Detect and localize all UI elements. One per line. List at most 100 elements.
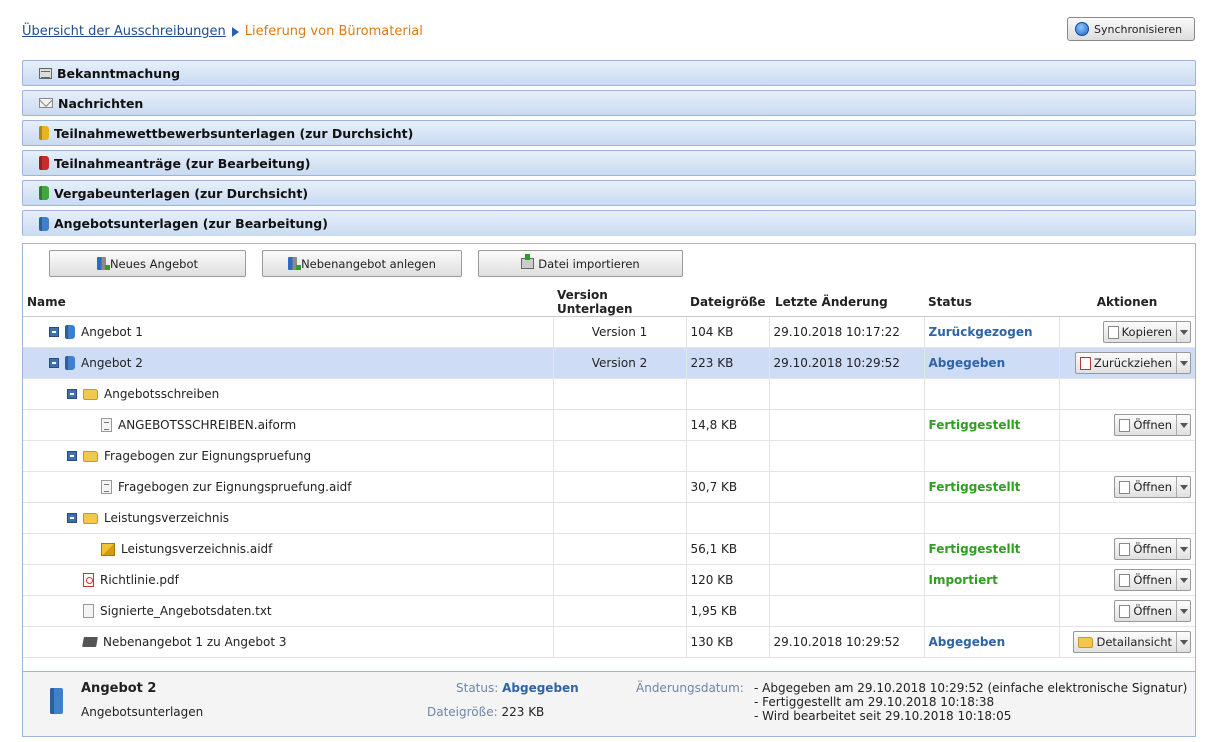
chevron-down-icon[interactable]: [1176, 539, 1190, 559]
blue-book-icon: [39, 216, 49, 231]
history-line: - Fertiggestellt am 29.10.2018 10:18:38: [754, 695, 995, 709]
table-row[interactable]: Richtlinie.pdf 120 KB Importiert Öffnen: [23, 564, 1195, 596]
col-changed-header[interactable]: Letzte Änderung: [769, 288, 924, 317]
new-offer-label: Neues Angebot: [109, 256, 199, 271]
table-row[interactable]: Leistungsverzeichnis: [23, 502, 1195, 534]
table-row[interactable]: Angebot 1 Version 1 104 KB 29.10.2018 10…: [23, 316, 1195, 348]
col-name-header[interactable]: Name: [23, 288, 553, 317]
row-name: Angebot 1: [81, 325, 143, 339]
new-offer-icon: [96, 257, 110, 270]
collapse-icon[interactable]: [49, 358, 59, 368]
row-name: Fragebogen zur Eignungspruefung: [104, 449, 312, 463]
table-row[interactable]: Fragebogen zur Eignungspruefung.aidf 30,…: [23, 471, 1195, 503]
chevron-down-icon[interactable]: [1176, 415, 1190, 435]
collapse-icon[interactable]: [49, 327, 59, 337]
pdf-file-icon: [83, 573, 94, 587]
table-row[interactable]: ANGEBOTSSCHREIBEN.aiform 14,8 KB Fertigg…: [23, 409, 1195, 441]
folder-icon: [83, 512, 98, 524]
open-button[interactable]: Öffnen: [1114, 414, 1191, 436]
footer-size: Dateigröße: 223 KB: [427, 705, 545, 719]
page-icon: [1119, 480, 1131, 494]
status-badge: Fertiggestellt: [928, 480, 1021, 494]
breadcrumb-overview-link[interactable]: Übersicht der Ausschreibungen: [22, 24, 226, 39]
withdraw-button[interactable]: Zurückziehen: [1074, 352, 1191, 374]
table-row[interactable]: Nebenangebot 1 zu Angebot 3 130 KB 29.10…: [23, 626, 1195, 658]
chevron-down-icon[interactable]: [1176, 601, 1190, 621]
table-row[interactable]: Fragebogen zur Eignungspruefung: [23, 440, 1195, 472]
open-label: Öffnen: [1133, 604, 1172, 618]
row-name: Leistungsverzeichnis: [104, 511, 230, 525]
synchronize-label: Synchronisieren: [1094, 22, 1183, 36]
open-button[interactable]: Öffnen: [1114, 600, 1191, 622]
status-badge: Abgegeben: [928, 635, 1006, 649]
text-file-icon: [83, 604, 94, 618]
side-offer-icon: [288, 257, 302, 270]
envelope-icon: [39, 98, 53, 108]
status-badge: Abgegeben: [928, 356, 1006, 370]
chevron-down-icon[interactable]: [1176, 632, 1190, 652]
row-name: Angebotsschreiben: [104, 387, 220, 401]
chevron-down-icon[interactable]: [1176, 570, 1190, 590]
offers-table: Name Version Unterlagen Dateigröße Letzt…: [23, 288, 1195, 658]
table-row[interactable]: Signierte_Angebotsdaten.txt 1,95 KB Öffn…: [23, 595, 1195, 627]
section-teilnahmewettbewerb[interactable]: Teilnahmewettbewerbsunterlagen (zur Durc…: [22, 120, 1196, 146]
page-icon: [1119, 418, 1131, 432]
import-icon: [521, 254, 535, 269]
section-bekanntmachung[interactable]: Bekanntmachung: [22, 60, 1196, 86]
status-badge: Zurückgezogen: [928, 325, 1033, 339]
open-label: Öffnen: [1133, 573, 1172, 587]
row-size: 14,8 KB: [686, 409, 770, 441]
breadcrumb-arrow-icon: [231, 26, 239, 37]
status-badge: Fertiggestellt: [928, 542, 1021, 556]
blue-book-icon: [65, 356, 75, 370]
chevron-down-icon[interactable]: [1176, 353, 1190, 373]
import-file-button[interactable]: Datei importieren: [478, 250, 683, 277]
synchronize-button[interactable]: Synchronisieren: [1067, 17, 1195, 41]
section-vergabeunterlagen[interactable]: Vergabeunterlagen (zur Durchsicht): [22, 180, 1196, 206]
collapse-icon[interactable]: [67, 451, 77, 461]
page-icon: [1119, 604, 1131, 618]
copy-button[interactable]: Kopieren: [1102, 321, 1191, 343]
new-offer-button[interactable]: Neues Angebot: [49, 250, 246, 277]
row-name: Richtlinie.pdf: [100, 573, 179, 587]
side-offer-label: Nebenangebot anlegen: [301, 256, 436, 271]
table-row[interactable]: Angebotsschreiben: [23, 378, 1195, 410]
open-label: Öffnen: [1133, 542, 1172, 556]
open-button[interactable]: Öffnen: [1114, 476, 1191, 498]
open-button[interactable]: Öffnen: [1114, 569, 1191, 591]
collapse-icon[interactable]: [67, 389, 77, 399]
blue-book-icon: [50, 688, 63, 714]
detail-view-button[interactable]: Detailansicht: [1073, 631, 1191, 653]
col-version-header[interactable]: Version Unterlagen: [553, 288, 686, 317]
section-label: Teilnahmeanträge (zur Bearbeitung): [54, 155, 311, 171]
status-badge: Fertiggestellt: [928, 418, 1021, 432]
section-angebotsunterlagen[interactable]: Angebotsunterlagen (zur Bearbeitung): [22, 210, 1196, 236]
history-line: - Wird bearbeitet seit 29.10.2018 10:18:…: [754, 709, 1012, 723]
col-status-header[interactable]: Status: [924, 288, 1059, 317]
section-label: Angebotsunterlagen (zur Bearbeitung): [54, 216, 328, 231]
section-nachrichten[interactable]: Nachrichten: [22, 90, 1196, 116]
section-teilnahmeantraege[interactable]: Teilnahmeanträge (zur Bearbeitung): [22, 150, 1196, 176]
page-icon: [1107, 325, 1119, 339]
breadcrumb-current: Lieferung von Büromaterial: [244, 24, 423, 39]
table-row[interactable]: Leistungsverzeichnis.aidf 56,1 KB Fertig…: [23, 533, 1195, 565]
chevron-down-icon[interactable]: [1176, 477, 1190, 497]
footer-status: Status: Abgegeben: [456, 681, 579, 695]
yellow-book-icon: [39, 126, 49, 140]
table-row[interactable]: Angebot 2 Version 2 223 KB 29.10.2018 10…: [23, 347, 1195, 379]
row-changed: 29.10.2018 10:29:52: [769, 347, 925, 379]
row-size: 1,95 KB: [686, 595, 770, 627]
side-offer-button[interactable]: Nebenangebot anlegen: [262, 250, 462, 277]
section-list: Bekanntmachung Nachrichten Teilnahmewett…: [22, 60, 1196, 236]
row-size: 56,1 KB: [686, 533, 770, 565]
col-size-header[interactable]: Dateigröße: [686, 288, 769, 317]
collapse-icon[interactable]: [67, 513, 77, 523]
offers-toolbar: Neues Angebot Nebenangebot anlegen Datei…: [23, 244, 1195, 288]
folder-icon: [83, 450, 98, 462]
withdraw-label: Zurückziehen: [1093, 356, 1172, 370]
copy-label: Kopieren: [1121, 325, 1172, 339]
green-book-icon: [39, 186, 49, 200]
open-button[interactable]: Öffnen: [1114, 538, 1191, 560]
page-icon: [1119, 542, 1131, 556]
chevron-down-icon[interactable]: [1176, 322, 1190, 342]
